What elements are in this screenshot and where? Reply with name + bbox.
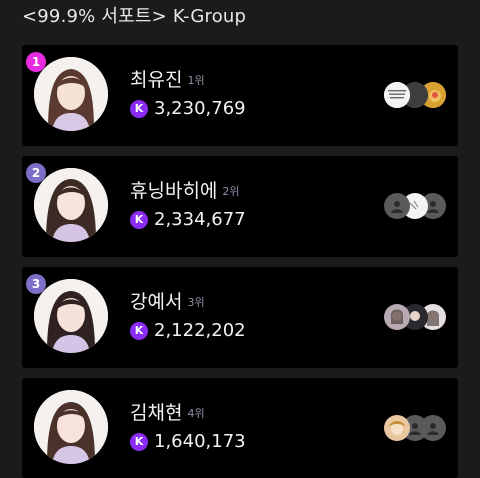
k-point-icon: K (130, 321, 148, 340)
avatar (34, 57, 108, 131)
member-name: 김채현 (130, 402, 183, 424)
supporter-avatars[interactable] (384, 304, 446, 330)
score-value: 1,640,173 (154, 431, 246, 452)
name-line: 김채현 4위 (130, 398, 205, 425)
avatar (34, 279, 108, 353)
ranking-card-3[interactable]: 3 강예서 3위 K 2,122,202 (22, 267, 458, 368)
rank-label: 1위 (187, 74, 205, 87)
score-value: 2,122,202 (154, 320, 246, 341)
ranking-card-1[interactable]: 1 최유진 1위 K 3,230,769 (22, 45, 458, 146)
score-line: K 2,334,677 (130, 209, 246, 230)
ranking-card-2[interactable]: 2 휴닝바히에 2위 K 2,334,677 (22, 156, 458, 257)
score-line: K 2,122,202 (130, 320, 246, 341)
supporter-avatar[interactable] (384, 82, 410, 108)
score-line: K 3,230,769 (130, 98, 246, 119)
score-value: 2,334,677 (154, 209, 246, 230)
page-title: <99.9% 서포트> K-Group (22, 6, 247, 27)
rank-label: 2위 (222, 185, 240, 198)
k-point-icon: K (130, 210, 148, 229)
rank-badge: 1 (26, 52, 46, 72)
name-line: 강예서 3위 (130, 287, 205, 314)
name-line: 휴닝바히에 2위 (130, 176, 240, 203)
score-value: 3,230,769 (154, 98, 246, 119)
score-line: K 1,640,173 (130, 431, 246, 452)
rank-badge: 3 (26, 274, 46, 294)
k-point-icon: K (130, 432, 148, 451)
supporter-avatars[interactable] (384, 82, 446, 108)
ranking-page: <99.9% 서포트> K-Group 1 최유진 1위 K 3,230,769 (0, 0, 480, 478)
rank-label: 4위 (187, 407, 205, 420)
supporter-avatar[interactable] (384, 415, 410, 441)
supporter-avatars[interactable] (384, 415, 446, 441)
ranking-card-4[interactable]: 김채현 4위 K 1,640,173 (22, 378, 458, 478)
k-point-icon: K (130, 99, 148, 118)
member-name: 최유진 (130, 69, 183, 91)
rank-badge: 2 (26, 163, 46, 183)
default-user-icon[interactable] (384, 193, 410, 219)
member-name: 강예서 (130, 291, 183, 313)
name-line: 최유진 1위 (130, 65, 205, 92)
member-name: 휴닝바히에 (130, 180, 218, 202)
avatar (34, 168, 108, 242)
rank-label: 3위 (187, 296, 205, 309)
supporter-avatar[interactable] (384, 304, 410, 330)
supporter-avatars[interactable] (384, 193, 446, 219)
avatar (34, 390, 108, 464)
